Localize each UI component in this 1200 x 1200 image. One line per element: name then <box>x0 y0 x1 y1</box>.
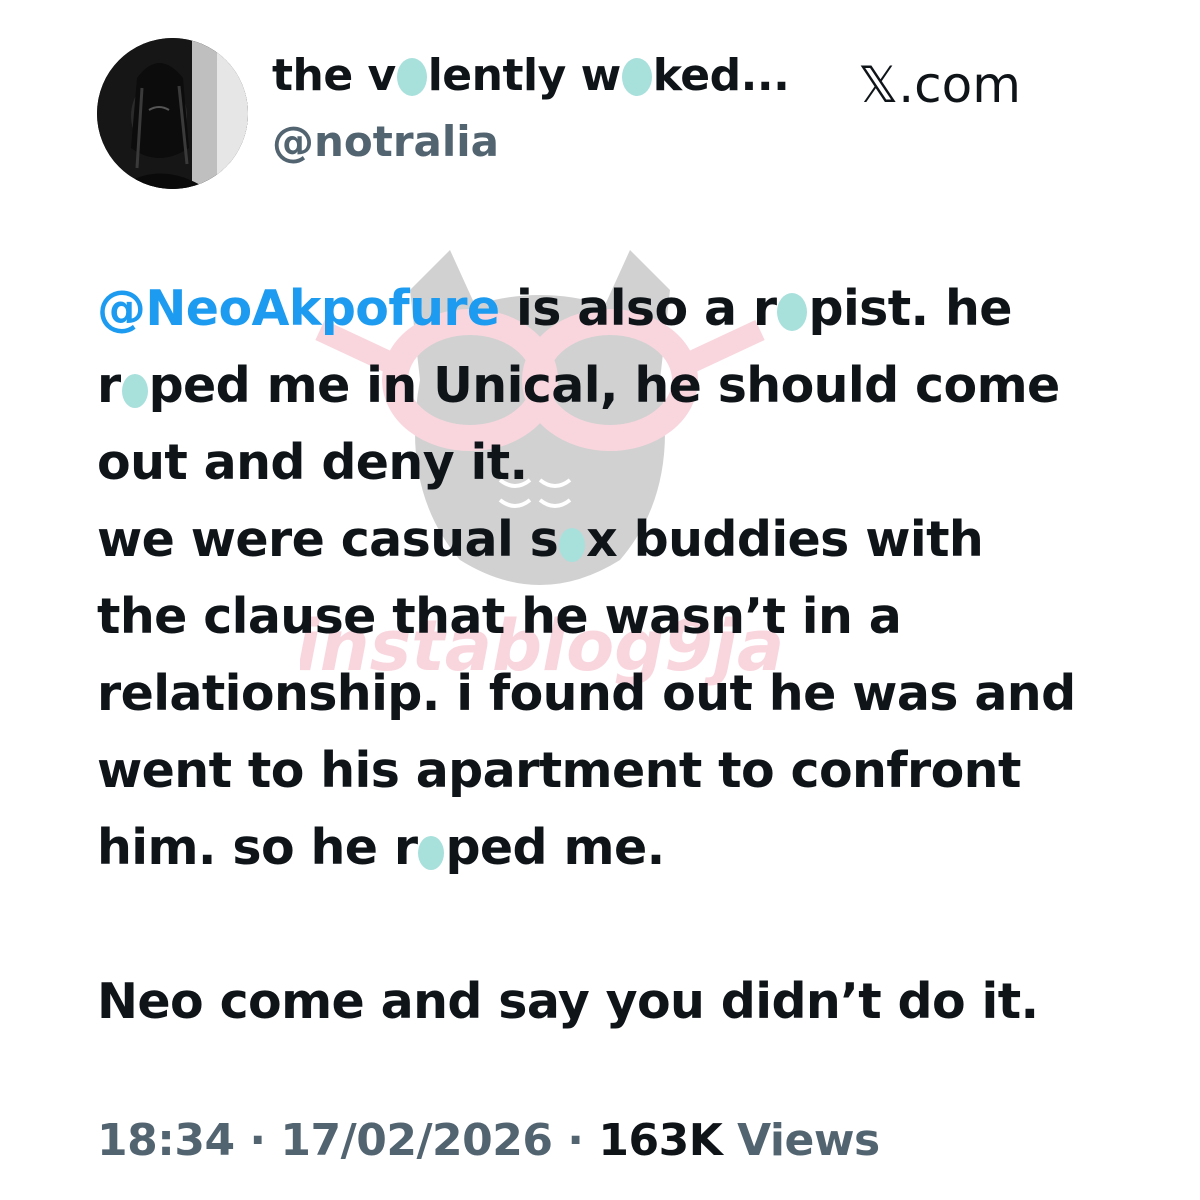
tweet-text-segment: is also a r <box>499 280 777 337</box>
tweet-line: r ped me in Unical, he should come <box>97 347 1107 424</box>
tweet-text-segment: we were casual s <box>97 511 559 568</box>
tweet-line: we were casual s x buddies with <box>97 501 1107 578</box>
tweet-line: the clause that he wasn’t in a <box>97 588 902 645</box>
tweet-metadata: 18:34 · 17/02/2026 · 163K Views <box>97 1115 880 1166</box>
display-name[interactable]: the v lently w ked... <box>272 50 790 101</box>
tweet-line: out and deny it. <box>97 434 528 491</box>
x-logo-source: 𝕏.com <box>858 56 1021 114</box>
tweet-line: went to his apartment to confront <box>97 742 1021 799</box>
views-count: 163K <box>598 1115 723 1166</box>
censor-blot <box>559 528 586 562</box>
display-name-part-3: ked... <box>652 50 790 101</box>
paragraph-break <box>97 886 1107 963</box>
tweet-text-segment: ped me in Unical, he should come <box>148 357 1061 414</box>
censor-blot <box>396 58 427 96</box>
tweet-text-segment: x buddies with <box>586 511 984 568</box>
tweet-date[interactable]: 17/02/2026 <box>280 1115 553 1166</box>
avatar[interactable] <box>97 38 248 189</box>
views-label: Views <box>722 1115 880 1166</box>
tweet-text-segment: ped me. <box>445 819 665 876</box>
tweet-text-segment: pist. he <box>808 280 1012 337</box>
tweet-text: @NeoAkpofure is also a r pist. he r ped me… <box>97 270 1107 1040</box>
censor-blot <box>777 293 808 331</box>
avatar-photo <box>97 38 248 189</box>
censor-blot <box>621 58 652 96</box>
tweet-line: relationship. i found out he was and <box>97 665 1076 722</box>
censor-blot <box>418 836 445 870</box>
display-name-part-1: the v <box>272 50 396 101</box>
mention-link[interactable]: @NeoAkpofure <box>97 280 500 337</box>
tweet-line: Neo come and say you didn’t do it. <box>97 973 1039 1030</box>
display-name-part-2: lently w <box>427 50 622 101</box>
tweet-text-segment: him. so he r <box>97 819 418 876</box>
tweet-line: him. so he r ped me. <box>97 809 1107 886</box>
tweet-card: the v lently w ked... @notralia 𝕏.com inst… <box>0 0 1200 1200</box>
tweet-line: @NeoAkpofure is also a r pist. he <box>97 270 1107 347</box>
tweet-text-segment: r <box>97 357 121 414</box>
meta-separator: · <box>234 1115 281 1166</box>
meta-separator: · <box>552 1115 599 1166</box>
tweet-time[interactable]: 18:34 <box>97 1115 235 1166</box>
censor-blot <box>121 374 148 408</box>
user-handle[interactable]: @notralia <box>272 117 499 166</box>
